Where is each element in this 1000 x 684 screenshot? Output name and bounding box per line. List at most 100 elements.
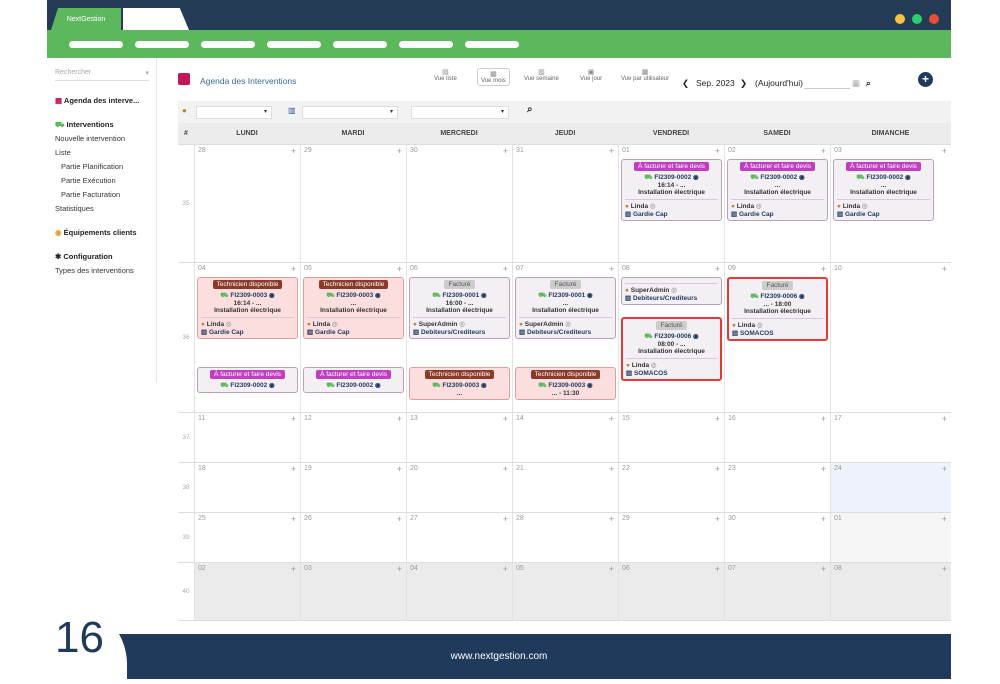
add-event-icon[interactable]: + [609, 414, 614, 424]
sidebar-item-execution[interactable]: Partie Exécution [61, 176, 161, 185]
day-cell[interactable]: 01 + À facturer et faire devis ⛟ FI2309-000… [618, 145, 724, 262]
next-button[interactable]: ❯ [740, 78, 747, 89]
sidebar-item-configuration[interactable]: ✱ Configuration [55, 252, 155, 261]
add-event-icon[interactable]: + [715, 464, 720, 474]
menu-pill[interactable] [69, 41, 123, 48]
type-filter[interactable]: ▾ [411, 106, 509, 119]
add-event-icon[interactable]: + [609, 564, 614, 574]
add-event-icon[interactable]: + [821, 464, 826, 474]
event-card[interactable]: À facturer et faire devis ⛟ FI2309-0002 ◉ [303, 367, 404, 393]
view-user-button[interactable]: ▦ Vue par utilisateur [621, 68, 669, 82]
sidebar-item-liste[interactable]: Liste [55, 148, 155, 157]
add-event-icon[interactable]: + [609, 464, 614, 474]
add-event-icon[interactable]: + [291, 464, 296, 474]
sidebar-item-types[interactable]: Types des interventions [55, 266, 155, 275]
sidebar-item-nouvelle[interactable]: Nouvelle intervention [55, 134, 155, 143]
day-cell[interactable]: 09 + Facturé ⛟ FI2309-0006 ◉... - 18:00 Inst… [724, 263, 830, 412]
view-week-button[interactable]: ▥ Vue semaine [524, 68, 559, 82]
day-cell[interactable]: 25 + [194, 513, 300, 562]
add-event-icon[interactable]: + [821, 414, 826, 424]
search-icon[interactable]: ⌕ [527, 104, 533, 115]
day-cell[interactable]: 12 + [300, 413, 406, 462]
add-event-icon[interactable]: + [821, 146, 826, 156]
view-list-button[interactable]: ▤ Vue liste [434, 68, 457, 82]
add-event-icon[interactable]: + [715, 514, 720, 524]
add-event-icon[interactable]: + [291, 564, 296, 574]
day-cell[interactable]: 26 + [300, 513, 406, 562]
add-event-icon[interactable]: + [609, 514, 614, 524]
menu-pill[interactable] [333, 41, 387, 48]
menu-pill[interactable] [267, 41, 321, 48]
add-event-icon[interactable]: + [715, 564, 720, 574]
add-event-icon[interactable]: + [942, 564, 947, 574]
day-cell[interactable]: 02 + [194, 563, 300, 620]
day-cell[interactable]: 30 + [724, 513, 830, 562]
view-day-button[interactable]: ▣ Vue jour [580, 68, 602, 82]
sidebar-item-agenda[interactable]: ▦ Agenda des interve... [55, 96, 155, 105]
day-cell[interactable]: 02 + À facturer et faire devis ⛟ FI2309-000… [724, 145, 830, 262]
add-event-icon[interactable]: + [291, 414, 296, 424]
day-cell[interactable]: 28 + [512, 513, 618, 562]
event-card[interactable]: Technicien disponible ⛟ FI2309-0003 ◉... [409, 367, 510, 400]
day-cell[interactable]: 27 + [406, 513, 512, 562]
day-cell[interactable]: 28 + [194, 145, 300, 262]
tab-nextgestion[interactable]: NextGestion [51, 8, 121, 30]
close-dot[interactable] [929, 14, 939, 24]
day-cell[interactable]: 06 + Facturé ⛟ FI2309-0001 ◉ 16:00 - ... Inst… [406, 263, 512, 412]
day-cell[interactable]: 08 + [830, 563, 951, 620]
add-event-icon[interactable]: + [715, 264, 720, 274]
event-card[interactable]: Technicien disponible ⛟ FI2309-0003 ◉ 16:1… [197, 277, 298, 339]
day-cell[interactable]: 19 + [300, 463, 406, 512]
day-cell[interactable]: 03 + [300, 563, 406, 620]
day-cell[interactable]: 14 + [512, 413, 618, 462]
sidebar-item-equipements[interactable]: ◉ Équipements clients [55, 228, 155, 237]
sidebar-item-statistiques[interactable]: Statistiques [55, 204, 155, 213]
add-event-icon[interactable]: + [609, 146, 614, 156]
date-input[interactable] [804, 88, 850, 89]
event-card[interactable]: Facturé ⛟ FI2309-0006 ◉... - 18:00 Install… [727, 277, 828, 341]
add-button[interactable]: + [918, 72, 933, 87]
calendar-picker-icon[interactable]: ▦ [852, 78, 860, 89]
add-event-icon[interactable]: + [715, 146, 720, 156]
day-cell[interactable]: 22 + [618, 463, 724, 512]
day-cell[interactable]: 11 + [194, 413, 300, 462]
today-button[interactable]: (Aujourd'hui) [755, 78, 803, 88]
event-card[interactable]: À facturer et faire devis ⛟ FI2309-0002 ◉ [197, 367, 298, 393]
add-event-icon[interactable]: + [397, 414, 402, 424]
tab-blank[interactable] [123, 8, 189, 30]
add-event-icon[interactable]: + [291, 146, 296, 156]
add-event-icon[interactable]: + [942, 464, 947, 474]
prev-button[interactable]: ❮ [682, 78, 689, 89]
day-cell[interactable]: 01 + [830, 513, 951, 562]
day-cell[interactable]: 05 + Technicien disponible ⛟ FI2309-0003 ◉.… [300, 263, 406, 412]
add-event-icon[interactable]: + [503, 146, 508, 156]
day-cell[interactable]: 03 + À facturer et faire devis ⛟ FI2309-000… [830, 145, 951, 262]
day-cell[interactable]: 29 + [300, 145, 406, 262]
day-cell[interactable]: 06 + [618, 563, 724, 620]
add-event-icon[interactable]: + [503, 564, 508, 574]
user-filter[interactable]: ▾ [196, 106, 272, 119]
add-event-icon[interactable]: + [503, 514, 508, 524]
day-cell[interactable]: 20 + [406, 463, 512, 512]
client-filter[interactable]: ▾ [302, 106, 398, 119]
add-event-icon[interactable]: + [942, 414, 947, 424]
event-card[interactable]: ● SuperAdmin ◎ ▥ Debiteurs/Crediteurs [621, 277, 722, 305]
add-event-icon[interactable]: + [942, 264, 947, 274]
add-event-icon[interactable]: + [397, 514, 402, 524]
day-cell[interactable]: 10 + [830, 263, 951, 412]
view-month-button[interactable]: ▦ Vue mois [477, 68, 510, 86]
search-icon[interactable]: ⌕ [866, 78, 871, 89]
day-cell[interactable]: 21 + [512, 463, 618, 512]
day-cell[interactable]: 31 + [512, 145, 618, 262]
event-card[interactable]: À facturer et faire devis ⛟ FI2309-0002 ◉… [833, 159, 934, 221]
day-cell[interactable]: 24 + [830, 463, 951, 512]
day-cell[interactable]: 04 + Technicien disponible ⛟ FI2309-0003 ◉ 1… [194, 263, 300, 412]
add-event-icon[interactable]: + [291, 264, 296, 274]
menu-pill[interactable] [135, 41, 189, 48]
add-event-icon[interactable]: + [821, 514, 826, 524]
add-event-icon[interactable]: + [291, 514, 296, 524]
day-cell[interactable]: 17 + [830, 413, 951, 462]
day-cell[interactable]: 13 + [406, 413, 512, 462]
event-card[interactable]: À facturer et faire devis ⛟ FI2309-0002 ◉… [727, 159, 828, 221]
add-event-icon[interactable]: + [609, 264, 614, 274]
